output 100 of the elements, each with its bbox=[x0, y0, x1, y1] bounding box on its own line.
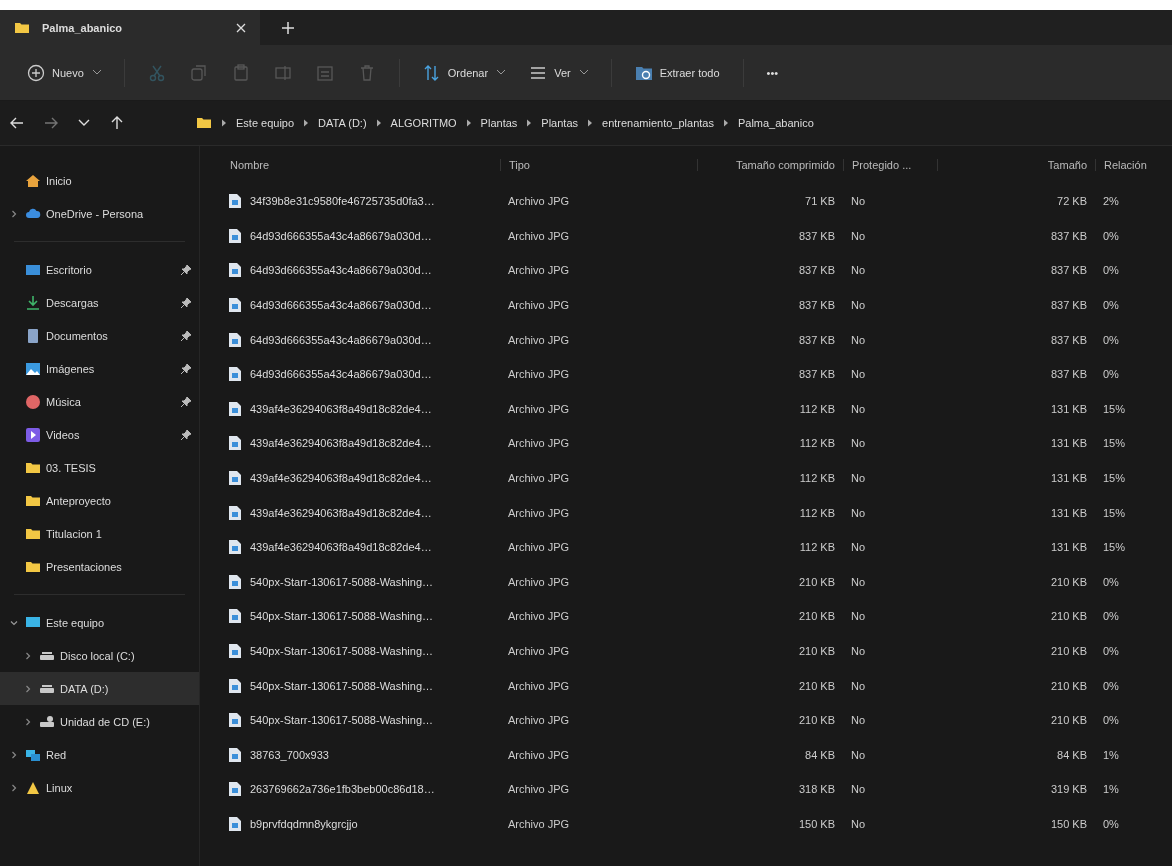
rename-icon bbox=[273, 63, 292, 82]
music-icon bbox=[25, 393, 41, 410]
nav-item[interactable]: OneDrive - Persona bbox=[0, 197, 199, 230]
table-cell: 837 KB bbox=[1050, 299, 1087, 312]
table-cell: 318 KB bbox=[798, 783, 835, 796]
file-name: 64d93d666355a43c4a86679a030d… bbox=[250, 333, 432, 346]
nav-item[interactable]: Presentaciones bbox=[0, 550, 199, 583]
nav-item[interactable]: Documentos bbox=[0, 319, 199, 352]
table-cell: 2% bbox=[1103, 195, 1119, 208]
chevron-right-icon[interactable] bbox=[465, 119, 472, 127]
dropdown-icon bbox=[497, 70, 506, 75]
chevron-right-icon[interactable] bbox=[375, 119, 382, 127]
file-name: 439af4e36294063f8a49d18c82de4… bbox=[250, 437, 432, 450]
nav-item[interactable]: 03. TESIS bbox=[0, 451, 199, 484]
chevron-right-icon[interactable] bbox=[303, 119, 310, 127]
table-cell: No bbox=[851, 333, 866, 346]
document-icon bbox=[25, 327, 41, 344]
chevron-right-icon[interactable] bbox=[24, 684, 32, 693]
share-icon bbox=[315, 63, 334, 82]
chevron-right-icon[interactable] bbox=[10, 209, 18, 218]
table-cell: No bbox=[851, 437, 866, 450]
nav-item[interactable]: Videos bbox=[0, 418, 199, 451]
column-header[interactable]: Tamaño comprimido bbox=[697, 159, 843, 171]
nav-item[interactable]: Disco local (C:) bbox=[0, 639, 199, 672]
chevron-right-icon[interactable] bbox=[10, 750, 18, 759]
table-cell: 0% bbox=[1103, 645, 1119, 657]
chevron-right-icon[interactable] bbox=[722, 119, 729, 127]
table-cell: No bbox=[851, 299, 866, 312]
copy-icon bbox=[189, 63, 208, 82]
table-cell: 0% bbox=[1103, 714, 1119, 727]
up-icon[interactable] bbox=[110, 116, 124, 130]
table-cell: 84 KB bbox=[1057, 748, 1087, 761]
table-cell: 150 KB bbox=[798, 818, 835, 830]
breadcrumb-item[interactable]: DATA (D:) bbox=[318, 117, 367, 129]
breadcrumb-item[interactable]: Plantas bbox=[541, 117, 578, 129]
breadcrumb-item[interactable]: Plantas bbox=[480, 117, 518, 129]
nav-item[interactable]: Unidad de CD (E:) bbox=[0, 705, 199, 738]
sort-button[interactable]: Ordenar bbox=[413, 57, 515, 88]
chevron-down-icon[interactable] bbox=[78, 119, 90, 127]
column-header[interactable]: Tamaño bbox=[937, 159, 1095, 171]
table-cell: 0% bbox=[1103, 299, 1119, 312]
table-cell: 210 KB bbox=[798, 610, 835, 623]
breadcrumb-item[interactable]: entrenamiento_plantas bbox=[602, 117, 714, 129]
chevron-right-icon[interactable] bbox=[10, 783, 18, 792]
table-cell: 210 KB bbox=[1050, 610, 1087, 623]
download-icon bbox=[25, 294, 41, 311]
chevron-right-icon[interactable] bbox=[24, 717, 32, 726]
breadcrumb-item[interactable]: Este equipo bbox=[236, 117, 295, 129]
nav-item[interactable]: Inicio bbox=[0, 164, 199, 197]
image-file-icon bbox=[228, 193, 242, 210]
nav-item[interactable]: Escritorio bbox=[0, 253, 199, 286]
column-header[interactable]: Tipo bbox=[500, 159, 697, 171]
table-cell: Archivo JPG bbox=[508, 264, 570, 277]
home-icon bbox=[25, 172, 41, 189]
back-icon[interactable] bbox=[10, 116, 24, 130]
nav-item[interactable]: Este equipo bbox=[0, 606, 199, 639]
breadcrumb-item[interactable]: Palma_abanico bbox=[737, 117, 814, 129]
window-tab[interactable]: Palma_abanico bbox=[0, 10, 260, 45]
table-cell: 0% bbox=[1103, 264, 1119, 277]
new-button[interactable]: Nuevo bbox=[18, 57, 110, 88]
column-header[interactable]: Protegido ... bbox=[843, 159, 937, 171]
chevron-right-icon[interactable] bbox=[24, 651, 32, 660]
close-icon[interactable] bbox=[236, 22, 246, 33]
table-cell: 72 KB bbox=[1057, 195, 1087, 208]
table-cell: 837 KB bbox=[798, 264, 835, 277]
chevron-right-icon[interactable] bbox=[221, 119, 227, 127]
nav-item[interactable]: Anteproyecto bbox=[0, 484, 199, 517]
breadcrumb-item[interactable]: ALGORITMO bbox=[390, 117, 457, 129]
table-cell: Archivo JPG bbox=[508, 437, 570, 450]
table-cell: 210 KB bbox=[798, 714, 835, 727]
cut-icon bbox=[147, 63, 166, 82]
view-button[interactable]: Ver bbox=[520, 57, 597, 88]
table-cell: 84 KB bbox=[805, 748, 835, 761]
file-name: 64d93d666355a43c4a86679a030d… bbox=[250, 368, 432, 381]
table-cell: 150 KB bbox=[1050, 818, 1087, 830]
nav-item[interactable]: Música bbox=[0, 385, 199, 418]
new-tab-icon[interactable] bbox=[282, 21, 294, 34]
nav-item[interactable]: Descargas bbox=[0, 286, 199, 319]
chevron-right-icon[interactable] bbox=[587, 119, 593, 127]
table-cell: 71 KB bbox=[805, 195, 835, 208]
nav-item[interactable]: Imágenes bbox=[0, 352, 199, 385]
table-cell: 837 KB bbox=[798, 229, 835, 242]
nav-item[interactable]: DATA (D:) bbox=[0, 672, 199, 705]
forward-icon[interactable] bbox=[44, 116, 58, 130]
file-name: 439af4e36294063f8a49d18c82de4… bbox=[250, 402, 432, 415]
column-header[interactable]: Nombre bbox=[210, 159, 500, 171]
nav-item[interactable]: Red bbox=[0, 738, 199, 771]
nav-item[interactable]: Linux bbox=[0, 771, 199, 804]
table-cell: 1% bbox=[1103, 748, 1119, 761]
column-header[interactable]: Relación bbox=[1095, 159, 1165, 171]
image-file-icon bbox=[228, 435, 242, 452]
table-cell: 112 KB bbox=[799, 472, 835, 485]
extract-button[interactable]: Extraer todo bbox=[625, 57, 729, 88]
chevron-right-icon[interactable] bbox=[526, 119, 533, 127]
nav-item[interactable]: Titulacion 1 bbox=[0, 517, 199, 550]
file-name: 439af4e36294063f8a49d18c82de4… bbox=[250, 506, 432, 519]
image-file-icon bbox=[228, 573, 242, 590]
image-file-icon bbox=[228, 504, 242, 521]
file-name: 439af4e36294063f8a49d18c82de4… bbox=[250, 541, 432, 554]
more-button[interactable]: ••• bbox=[757, 60, 788, 85]
